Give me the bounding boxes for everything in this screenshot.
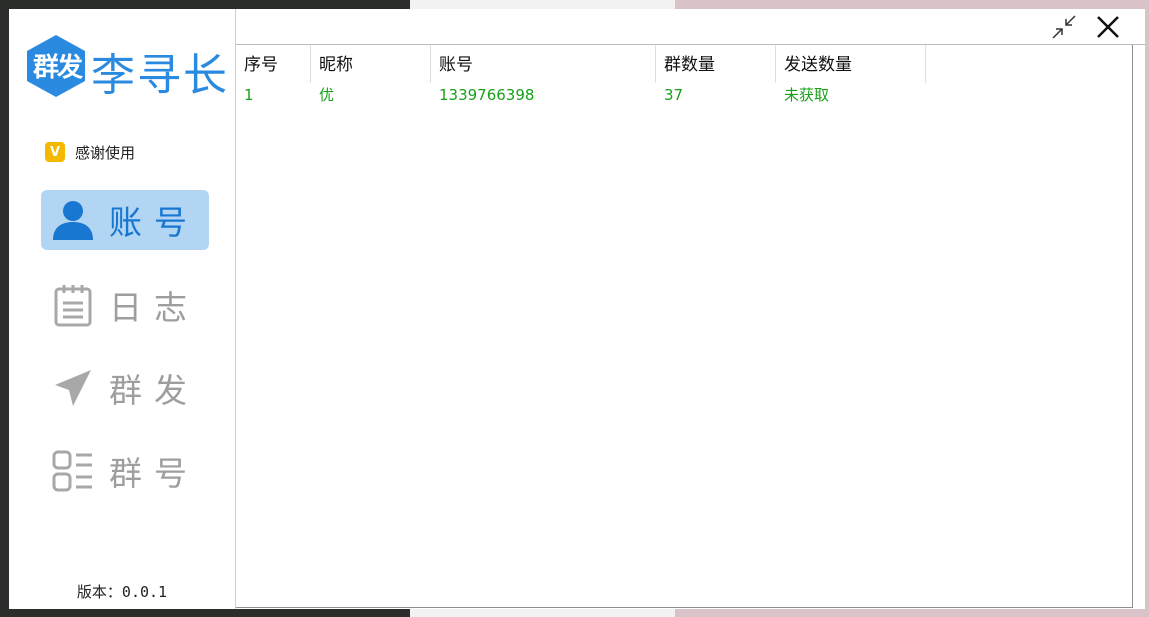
app-logo: 群发 李寻长 — [23, 33, 233, 103]
column-header-group-count[interactable]: 群数量 — [656, 45, 776, 83]
nav-item-log[interactable]: 日志 — [41, 275, 209, 335]
cell-send-count: 未获取 — [784, 86, 830, 104]
vip-badge-icon: V — [45, 142, 65, 162]
table-row[interactable]: 1 优 1339766398 37 未获取 — [236, 83, 926, 107]
nav-item-account[interactable]: 账号 — [41, 190, 209, 250]
cell-group-count: 37 — [664, 86, 684, 104]
table-body: 1 优 1339766398 37 未获取 — [236, 83, 926, 107]
thanks-note: V 感谢使用 — [45, 142, 135, 162]
column-header-send-count[interactable]: 发送数量 — [776, 45, 926, 83]
nav-label-broadcast: 群发 — [109, 371, 199, 410]
column-header-account[interactable]: 账号 — [431, 45, 656, 83]
restore-button[interactable] — [1048, 11, 1080, 43]
close-button[interactable] — [1092, 11, 1124, 43]
sidebar: 群发 李寻长 V 感谢使用 账号 日志 群发 群号 版本：0.0.1 — [9, 9, 236, 609]
notepad-icon — [51, 283, 95, 327]
list-icon — [51, 449, 95, 493]
nav-label-log: 日志 — [109, 288, 199, 327]
column-header-index[interactable]: 序号 — [236, 45, 311, 83]
column-header-nickname[interactable]: 昵称 — [311, 45, 431, 83]
version-label: 版本：0.0.1 — [76, 583, 168, 601]
thanks-label: 感谢使用 — [75, 143, 136, 162]
send-icon — [51, 366, 95, 410]
app-name: 李寻长 — [91, 50, 229, 101]
nav-item-broadcast[interactable]: 群发 — [41, 358, 209, 418]
main-panel: 序号 昵称 账号 群数量 发送数量 1 优 1339766398 37 未获取 — [236, 9, 1145, 609]
nav-item-group-number[interactable]: 群号 — [41, 441, 209, 501]
cell-account: 1339766398 — [439, 86, 535, 104]
cell-index: 1 — [244, 86, 254, 104]
close-icon — [1097, 16, 1119, 38]
user-icon — [51, 198, 95, 242]
nav-label-account: 账号 — [109, 203, 199, 242]
minimize-arrows-icon — [1052, 15, 1076, 39]
app-window: 群发 李寻长 V 感谢使用 账号 日志 群发 群号 版本：0.0.1 序号 昵称… — [9, 9, 1145, 609]
cell-nickname: 优 — [319, 86, 335, 104]
table-header: 序号 昵称 账号 群数量 发送数量 — [236, 45, 926, 83]
accounts-table: 序号 昵称 账号 群数量 发送数量 1 优 1339766398 37 未获取 — [236, 45, 1133, 608]
logo-badge-text: 群发 — [32, 53, 83, 83]
nav-label-group-number: 群号 — [109, 454, 199, 493]
title-bar — [236, 9, 1145, 45]
